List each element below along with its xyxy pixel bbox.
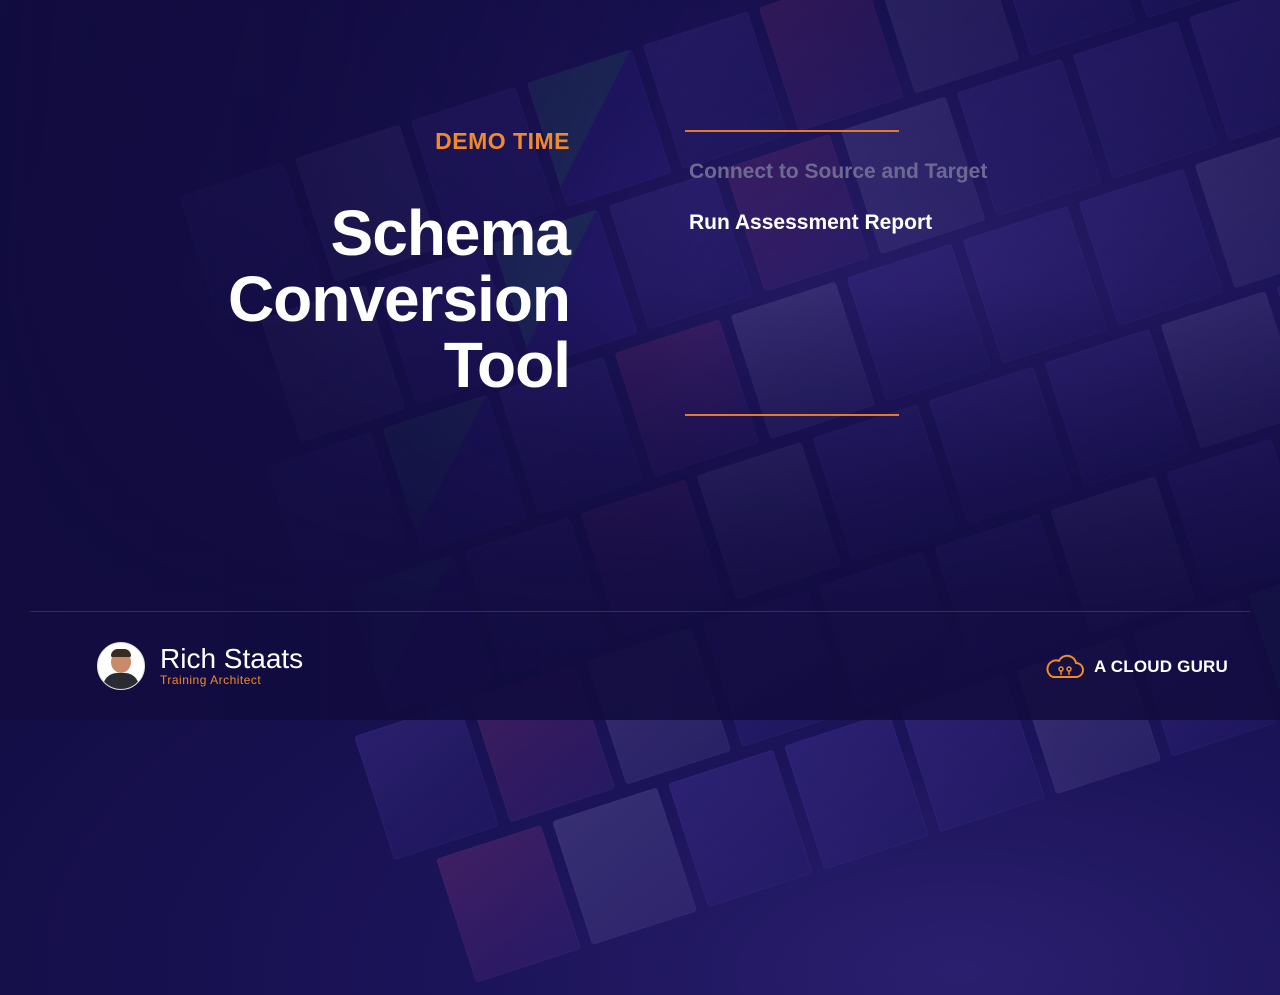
step-run-assessment-report: Run Assessment Report — [689, 211, 933, 234]
slide-title-line: Tool — [443, 329, 571, 401]
presenter-name: Rich Staats — [160, 643, 304, 674]
brand-logo: A CLOUD GURU — [1043, 654, 1228, 680]
collage-tile — [552, 787, 697, 946]
step-connect-source-target: Connect to Source and Target — [689, 160, 988, 183]
footer-divider — [30, 611, 1250, 612]
slide-title-line: Schema — [330, 197, 571, 269]
presenter-role: Training Architect — [160, 673, 262, 687]
collage-tile — [436, 825, 581, 983]
collage-tile — [668, 749, 814, 908]
eyebrow-label: DEMO TIME — [435, 128, 570, 154]
collage-tile — [354, 702, 500, 861]
bottom-divider — [685, 414, 899, 416]
slide-title-line: Conversion — [227, 263, 571, 335]
cloud-logo-icon — [1046, 654, 1085, 678]
top-divider — [685, 130, 899, 132]
brand-name: A CLOUD GURU — [1094, 657, 1228, 676]
presenter-avatar — [97, 642, 145, 690]
slide-title: Schema Conversion Tool — [50, 197, 571, 401]
collage-tile — [784, 711, 930, 870]
